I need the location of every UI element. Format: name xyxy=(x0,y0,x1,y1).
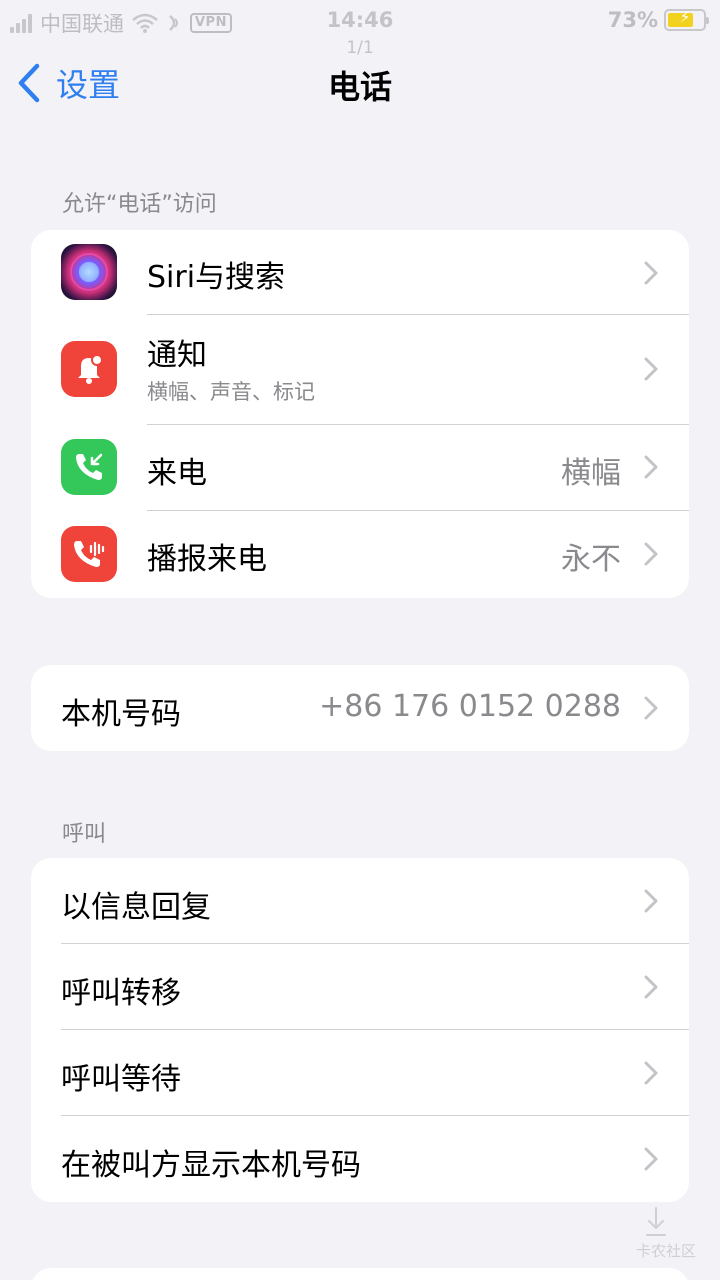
download-arrow-icon xyxy=(646,1207,666,1236)
notifications-row[interactable]: 通知 横幅、声音、标记 xyxy=(31,314,689,424)
row-label: 来电 xyxy=(147,456,207,491)
reply-with-message-row[interactable]: 以信息回复 xyxy=(31,858,689,944)
row-label: 以信息回复 xyxy=(61,890,211,925)
bell-icon xyxy=(61,341,117,397)
next-group xyxy=(31,1268,689,1280)
battery-icon: ⚡ xyxy=(664,8,709,31)
page-title: 电话 xyxy=(327,68,392,106)
chevron-right-icon xyxy=(644,1147,658,1171)
row-label: 播报来电 xyxy=(147,542,267,577)
my-number-row[interactable]: 本机号码 +86 176 0152 0288 xyxy=(31,665,689,751)
row-label: 本机号码 xyxy=(61,697,181,732)
call-waiting-row[interactable]: 呼叫等待 xyxy=(31,1030,689,1116)
incoming-call-icon xyxy=(61,439,117,495)
chevron-right-icon xyxy=(644,542,658,566)
row-value: 永不 xyxy=(561,542,621,577)
siri-icon xyxy=(61,244,117,300)
row-label: 在被叫方显示本机号码 xyxy=(61,1148,361,1183)
chevron-right-icon xyxy=(644,889,658,913)
row-label: 通知 xyxy=(147,338,207,373)
row-label: Siri与搜索 xyxy=(147,260,286,295)
chevron-right-icon xyxy=(644,357,658,381)
chevron-right-icon xyxy=(644,455,658,479)
siri-search-row[interactable]: Siri与搜索 xyxy=(31,230,689,314)
nav-bar: 设置 电话 xyxy=(0,50,720,114)
row-subtitle: 横幅、声音、标记 xyxy=(147,380,315,404)
incoming-calls-row[interactable]: 来电 横幅 xyxy=(31,424,689,510)
access-group: Siri与搜索 通知 横幅、声音、标记 来电 横幅 播报来电 永不 xyxy=(31,230,689,598)
section-header-access: 允许“电话”访问 xyxy=(62,192,217,217)
phone-number-value: +86 176 0152 0288 xyxy=(319,689,621,724)
chevron-right-icon xyxy=(644,696,658,720)
announce-calls-row[interactable]: 播报来电 永不 xyxy=(31,510,689,598)
announce-call-icon xyxy=(61,526,117,582)
row-value: 横幅 xyxy=(561,456,621,491)
chevron-right-icon xyxy=(644,1061,658,1085)
status-right: 73% ⚡ xyxy=(607,8,709,32)
section-header-calls: 呼叫 xyxy=(62,822,107,847)
charging-bolt-icon: ⚡ xyxy=(679,8,691,26)
watermark: 卡农社区 xyxy=(635,1242,696,1260)
chevron-right-icon xyxy=(644,261,658,285)
my-number-group: 本机号码 +86 176 0152 0288 xyxy=(31,665,689,751)
status-bar: 中国联通 VPN 14:46 1/1 73% ⚡ xyxy=(0,0,720,58)
show-caller-id-row[interactable]: 在被叫方显示本机号码 xyxy=(31,1116,689,1202)
chevron-right-icon xyxy=(644,975,658,999)
row-label: 呼叫转移 xyxy=(61,976,181,1011)
call-forwarding-row[interactable]: 呼叫转移 xyxy=(31,944,689,1030)
row-label: 呼叫等待 xyxy=(61,1062,181,1097)
battery-percent: 73% xyxy=(607,8,658,32)
calls-group: 以信息回复 呼叫转移 呼叫等待 在被叫方显示本机号码 xyxy=(31,858,689,1202)
